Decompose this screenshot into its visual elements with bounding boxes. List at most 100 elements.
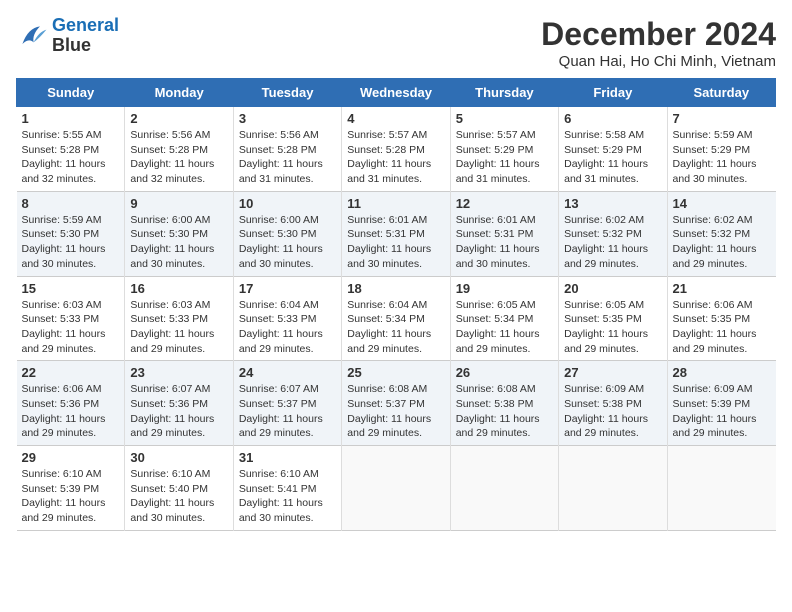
calendar-cell	[667, 446, 775, 531]
day-number: 7	[673, 111, 771, 126]
weekday-header: Monday	[125, 79, 233, 107]
cell-info: Sunrise: 6:05 AMSunset: 5:35 PMDaylight:…	[564, 298, 661, 357]
weekday-header: Tuesday	[233, 79, 341, 107]
cell-info: Sunrise: 6:00 AMSunset: 5:30 PMDaylight:…	[130, 213, 227, 272]
day-number: 22	[22, 365, 120, 380]
day-number: 31	[239, 450, 336, 465]
cell-info: Sunrise: 6:00 AMSunset: 5:30 PMDaylight:…	[239, 213, 336, 272]
cell-info: Sunrise: 5:59 AMSunset: 5:30 PMDaylight:…	[22, 213, 120, 272]
calendar-cell: 26Sunrise: 6:08 AMSunset: 5:38 PMDayligh…	[450, 361, 558, 446]
calendar-cell: 27Sunrise: 6:09 AMSunset: 5:38 PMDayligh…	[559, 361, 667, 446]
calendar-cell	[342, 446, 450, 531]
weekday-header: Friday	[559, 79, 667, 107]
cell-info: Sunrise: 6:04 AMSunset: 5:33 PMDaylight:…	[239, 298, 336, 357]
day-number: 16	[130, 281, 227, 296]
day-number: 14	[673, 196, 771, 211]
day-number: 28	[673, 365, 771, 380]
title-block: December 2024 Quan Hai, Ho Chi Minh, Vie…	[541, 16, 776, 70]
calendar-header: SundayMondayTuesdayWednesdayThursdayFrid…	[17, 79, 776, 107]
cell-info: Sunrise: 5:57 AMSunset: 5:29 PMDaylight:…	[456, 128, 553, 187]
cell-info: Sunrise: 5:58 AMSunset: 5:29 PMDaylight:…	[564, 128, 661, 187]
day-number: 8	[22, 196, 120, 211]
cell-info: Sunrise: 6:06 AMSunset: 5:35 PMDaylight:…	[673, 298, 771, 357]
cell-info: Sunrise: 5:59 AMSunset: 5:29 PMDaylight:…	[673, 128, 771, 187]
day-number: 5	[456, 111, 553, 126]
day-number: 21	[673, 281, 771, 296]
day-number: 9	[130, 196, 227, 211]
calendar-week-row: 29 Sunrise: 6:10 AMSunset: 5:39 PMDayligh…	[17, 446, 776, 531]
day-number: 23	[130, 365, 227, 380]
day-number: 3	[239, 111, 336, 126]
calendar-cell: 7 Sunrise: 5:59 AMSunset: 5:29 PMDaylight…	[667, 107, 775, 192]
cell-info: Sunrise: 6:07 AMSunset: 5:36 PMDaylight:…	[130, 382, 227, 441]
calendar-cell: 19Sunrise: 6:05 AMSunset: 5:34 PMDayligh…	[450, 276, 558, 361]
calendar-cell: 6 Sunrise: 5:58 AMSunset: 5:29 PMDaylight…	[559, 107, 667, 192]
calendar-cell: 1Sunrise: 5:55 AMSunset: 5:28 PMDaylight…	[17, 107, 125, 192]
calendar-table: SundayMondayTuesdayWednesdayThursdayFrid…	[16, 78, 776, 531]
calendar-cell: 31 Sunrise: 6:10 AMSunset: 5:41 PMDayligh…	[233, 446, 341, 531]
calendar-cell: 11 Sunrise: 6:01 AMSunset: 5:31 PMDayligh…	[342, 191, 450, 276]
day-number: 2	[130, 111, 227, 126]
page-subtitle: Quan Hai, Ho Chi Minh, Vietnam	[541, 53, 776, 70]
cell-info: Sunrise: 6:07 AMSunset: 5:37 PMDaylight:…	[239, 382, 336, 441]
calendar-week-row: 15Sunrise: 6:03 AMSunset: 5:33 PMDayligh…	[17, 276, 776, 361]
calendar-cell: 20 Sunrise: 6:05 AMSunset: 5:35 PMDayligh…	[559, 276, 667, 361]
calendar-cell: 16Sunrise: 6:03 AMSunset: 5:33 PMDayligh…	[125, 276, 233, 361]
page-title: December 2024	[541, 16, 776, 53]
calendar-body: 1Sunrise: 5:55 AMSunset: 5:28 PMDaylight…	[17, 107, 776, 531]
calendar-cell: 9 Sunrise: 6:00 AMSunset: 5:30 PMDaylight…	[125, 191, 233, 276]
calendar-week-row: 1Sunrise: 5:55 AMSunset: 5:28 PMDaylight…	[17, 107, 776, 192]
cell-info: Sunrise: 5:56 AMSunset: 5:28 PMDaylight:…	[130, 128, 227, 187]
cell-info: Sunrise: 6:01 AMSunset: 5:31 PMDaylight:…	[347, 213, 444, 272]
weekday-header: Wednesday	[342, 79, 450, 107]
weekday-header: Thursday	[450, 79, 558, 107]
calendar-cell: 8 Sunrise: 5:59 AMSunset: 5:30 PMDaylight…	[17, 191, 125, 276]
calendar-cell: 10Sunrise: 6:00 AMSunset: 5:30 PMDayligh…	[233, 191, 341, 276]
day-number: 27	[564, 365, 661, 380]
cell-info: Sunrise: 6:05 AMSunset: 5:34 PMDaylight:…	[456, 298, 553, 357]
calendar-week-row: 8 Sunrise: 5:59 AMSunset: 5:30 PMDaylight…	[17, 191, 776, 276]
day-number: 29	[22, 450, 120, 465]
day-number: 13	[564, 196, 661, 211]
day-number: 1	[22, 111, 120, 126]
logo: GeneralBlue	[16, 16, 119, 56]
logo-icon	[16, 20, 48, 52]
calendar-cell: 29 Sunrise: 6:10 AMSunset: 5:39 PMDayligh…	[17, 446, 125, 531]
calendar-cell: 18 Sunrise: 6:04 AMSunset: 5:34 PMDayligh…	[342, 276, 450, 361]
calendar-cell: 14Sunrise: 6:02 AMSunset: 5:32 PMDayligh…	[667, 191, 775, 276]
day-number: 30	[130, 450, 227, 465]
calendar-cell: 2 Sunrise: 5:56 AMSunset: 5:28 PMDaylight…	[125, 107, 233, 192]
cell-info: Sunrise: 6:10 AMSunset: 5:40 PMDaylight:…	[130, 467, 227, 526]
cell-info: Sunrise: 5:56 AMSunset: 5:28 PMDaylight:…	[239, 128, 336, 187]
day-number: 18	[347, 281, 444, 296]
day-number: 6	[564, 111, 661, 126]
day-number: 26	[456, 365, 553, 380]
day-number: 25	[347, 365, 444, 380]
day-number: 20	[564, 281, 661, 296]
calendar-week-row: 22 Sunrise: 6:06 AMSunset: 5:36 PMDayligh…	[17, 361, 776, 446]
calendar-cell: 23 Sunrise: 6:07 AMSunset: 5:36 PMDayligh…	[125, 361, 233, 446]
day-number: 11	[347, 196, 444, 211]
day-number: 4	[347, 111, 444, 126]
day-number: 12	[456, 196, 553, 211]
cell-info: Sunrise: 6:04 AMSunset: 5:34 PMDaylight:…	[347, 298, 444, 357]
cell-info: Sunrise: 6:10 AMSunset: 5:41 PMDaylight:…	[239, 467, 336, 526]
page-header: GeneralBlue December 2024 Quan Hai, Ho C…	[16, 16, 776, 70]
header-row: SundayMondayTuesdayWednesdayThursdayFrid…	[17, 79, 776, 107]
calendar-cell: 28 Sunrise: 6:09 AMSunset: 5:39 PMDayligh…	[667, 361, 775, 446]
day-number: 24	[239, 365, 336, 380]
calendar-cell: 30 Sunrise: 6:10 AMSunset: 5:40 PMDayligh…	[125, 446, 233, 531]
calendar-cell: 3 Sunrise: 5:56 AMSunset: 5:28 PMDaylight…	[233, 107, 341, 192]
cell-info: Sunrise: 6:03 AMSunset: 5:33 PMDaylight:…	[22, 298, 120, 357]
cell-info: Sunrise: 6:06 AMSunset: 5:36 PMDaylight:…	[22, 382, 120, 441]
weekday-header: Sunday	[17, 79, 125, 107]
calendar-cell: 21 Sunrise: 6:06 AMSunset: 5:35 PMDayligh…	[667, 276, 775, 361]
calendar-cell: 5 Sunrise: 5:57 AMSunset: 5:29 PMDaylight…	[450, 107, 558, 192]
calendar-cell: 12 Sunrise: 6:01 AMSunset: 5:31 PMDayligh…	[450, 191, 558, 276]
calendar-cell: 22 Sunrise: 6:06 AMSunset: 5:36 PMDayligh…	[17, 361, 125, 446]
cell-info: Sunrise: 6:01 AMSunset: 5:31 PMDaylight:…	[456, 213, 553, 272]
calendar-cell: 17Sunrise: 6:04 AMSunset: 5:33 PMDayligh…	[233, 276, 341, 361]
cell-info: Sunrise: 6:10 AMSunset: 5:39 PMDaylight:…	[22, 467, 120, 526]
cell-info: Sunrise: 6:08 AMSunset: 5:37 PMDaylight:…	[347, 382, 444, 441]
cell-info: Sunrise: 6:09 AMSunset: 5:39 PMDaylight:…	[673, 382, 771, 441]
